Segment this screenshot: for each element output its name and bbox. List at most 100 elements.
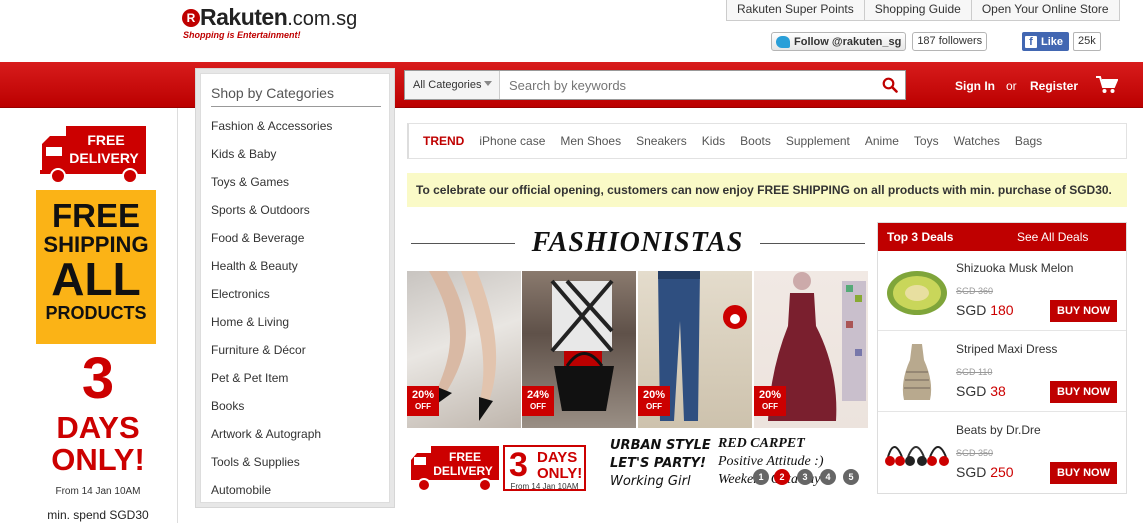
carousel-dot-1[interactable]: 1 [753, 469, 769, 485]
urban-style-text: URBAN STYLE [610, 438, 711, 453]
category-fashion[interactable]: Fashion & Accessories [211, 119, 332, 133]
deal-name[interactable]: Beats by Dr.Dre [956, 423, 1041, 437]
link-super-points[interactable]: Rakuten Super Points [727, 0, 865, 20]
category-home[interactable]: Home & Living [211, 315, 289, 329]
facebook-f-icon: f [1025, 35, 1037, 48]
twitter-widget: Follow @rakuten_sg 187 followers [771, 32, 988, 51]
lets-party-text: LET'S PARTY! [610, 456, 706, 471]
off-text: OFF [415, 402, 431, 411]
category-toys-games[interactable]: Toys & Games [211, 175, 289, 189]
badge-only: ONLY! [537, 465, 583, 482]
deal-old-price: SGD 360 [956, 286, 994, 296]
top-links: Rakuten Super Points Shopping Guide Open… [726, 0, 1120, 21]
deal-price: SGD 38 [956, 383, 1006, 399]
categories-title: Shop by Categories [211, 85, 381, 107]
trend-bags[interactable]: Bags [1015, 134, 1042, 148]
search-input[interactable] [500, 71, 875, 99]
buy-now-button[interactable]: BUY NOW [1050, 462, 1117, 484]
fashion-photo-jeans[interactable]: 20% OFF [638, 271, 752, 428]
category-sports[interactable]: Sports & Outdoors [211, 203, 310, 217]
trend-anime[interactable]: Anime [865, 134, 899, 148]
deal-name[interactable]: Striped Maxi Dress [956, 342, 1057, 356]
discount-value: 20% [411, 389, 435, 401]
search-icon [882, 77, 898, 93]
off-text: OFF [646, 402, 662, 411]
category-health[interactable]: Health & Beauty [211, 259, 298, 273]
buy-now-button[interactable]: BUY NOW [1050, 300, 1117, 322]
small-truck-free: FREE [449, 450, 481, 464]
category-books[interactable]: Books [211, 399, 244, 413]
deal-price-value: 180 [990, 302, 1014, 318]
promo-notice: To celebrate our official opening, custo… [407, 173, 1127, 207]
category-food[interactable]: Food & Beverage [211, 231, 304, 245]
rakuten-logo[interactable]: R Rakuten.com.sg [182, 4, 357, 31]
page: R Rakuten.com.sg Shopping is Entertainmen… [0, 0, 1143, 523]
link-open-store[interactable]: Open Your Online Store [972, 0, 1119, 20]
trend-boots[interactable]: Boots [740, 134, 771, 148]
fashion-photo-gown[interactable]: 20% OFF [754, 271, 868, 428]
badge-days: DAYS [537, 449, 578, 466]
category-furniture[interactable]: Furniture & Décor [211, 343, 306, 357]
category-kids-baby[interactable]: Kids & Baby [211, 147, 276, 161]
categories-panel: Shop by Categories Fashion & Accessories… [195, 68, 395, 508]
yellow-line-all: ALL [51, 253, 141, 305]
category-artwork[interactable]: Artwork & Autograph [211, 427, 321, 441]
off-text: OFF [762, 402, 778, 411]
truck-text-delivery: DELIVERY [69, 150, 139, 166]
search-button[interactable] [875, 71, 905, 99]
twitter-follow-label: Follow @rakuten_sg [794, 35, 902, 48]
carousel-dot-5[interactable]: 5 [843, 469, 859, 485]
days-text: DAYS [56, 410, 140, 445]
discount-badge: 24% OFF [522, 386, 554, 416]
carousel-dot-3[interactable]: 3 [797, 469, 813, 485]
facebook-like-button[interactable]: f Like [1022, 32, 1070, 51]
discount-badge: 20% OFF [754, 386, 786, 416]
deal-item[interactable]: Beats by Dr.Dre SGD 350 SGD 250 BUY NOW [878, 413, 1126, 493]
register-link[interactable]: Register [1030, 79, 1078, 93]
working-girl-text: Working Girl [610, 474, 691, 489]
category-tools[interactable]: Tools & Supplies [211, 455, 300, 469]
deal-price: SGD 250 [956, 464, 1014, 480]
trend-iphone-case[interactable]: iPhone case [479, 134, 545, 148]
buy-now-button[interactable]: BUY NOW [1050, 381, 1117, 403]
carousel-dot-4[interactable]: 4 [820, 469, 836, 485]
category-automobile[interactable]: Automobile [211, 483, 271, 497]
discount-badge: 20% OFF [638, 386, 670, 416]
fashion-photo-bag[interactable]: 24% OFF [522, 271, 636, 428]
days-only-text: DAYS ONLY! [0, 412, 196, 476]
facebook-widget: f Like 25k [1022, 32, 1101, 51]
chevron-down-icon [484, 81, 493, 86]
trend-watches[interactable]: Watches [954, 134, 1000, 148]
see-all-deals-link[interactable]: See All Deals [1017, 223, 1088, 251]
search-bar: All Categories [404, 70, 906, 100]
category-select[interactable]: All Categories [405, 71, 500, 99]
link-shopping-guide[interactable]: Shopping Guide [865, 0, 972, 20]
sign-in-link[interactable]: Sign In [955, 79, 995, 93]
three-days-number: 3 [81, 346, 115, 411]
deal-item[interactable]: Striped Maxi Dress SGD 110 SGD 38 BUY NO… [878, 332, 1126, 412]
discount-value: 20% [642, 389, 666, 401]
deal-name[interactable]: Shizuoka Musk Melon [956, 261, 1073, 275]
red-carpet-text: RED CARPET [718, 436, 805, 451]
dress-image [902, 344, 932, 400]
urban-style-links[interactable]: URBAN STYLE LET'S PARTY! Working Girl [610, 437, 711, 491]
top-deals-title: Top 3 Deals [887, 230, 954, 244]
trend-supplement[interactable]: Supplement [786, 134, 850, 148]
trend-toys[interactable]: Toys [914, 134, 939, 148]
deal-price-value: 38 [990, 383, 1006, 399]
carousel-dot-2-active[interactable]: 2 [774, 469, 790, 485]
shopping-cart-icon[interactable] [1096, 76, 1118, 94]
deal-old-price: SGD 110 [956, 367, 993, 377]
tagline: Shopping is Entertainment! [183, 30, 301, 40]
trend-sneakers[interactable]: Sneakers [636, 134, 687, 148]
headphones-image [885, 446, 949, 466]
deal-item[interactable]: Shizuoka Musk Melon SGD 360 SGD 180 BUY … [878, 251, 1126, 331]
twitter-follow-button[interactable]: Follow @rakuten_sg [771, 32, 907, 51]
fashion-photo-heels[interactable]: 20% OFF [407, 271, 521, 428]
deal-price: SGD 180 [956, 302, 1014, 318]
category-electronics[interactable]: Electronics [211, 287, 270, 301]
trend-kids[interactable]: Kids [702, 134, 725, 148]
category-pet[interactable]: Pet & Pet Item [211, 371, 288, 385]
rakuten-r-icon: R [182, 9, 200, 27]
trend-men-shoes[interactable]: Men Shoes [560, 134, 621, 148]
